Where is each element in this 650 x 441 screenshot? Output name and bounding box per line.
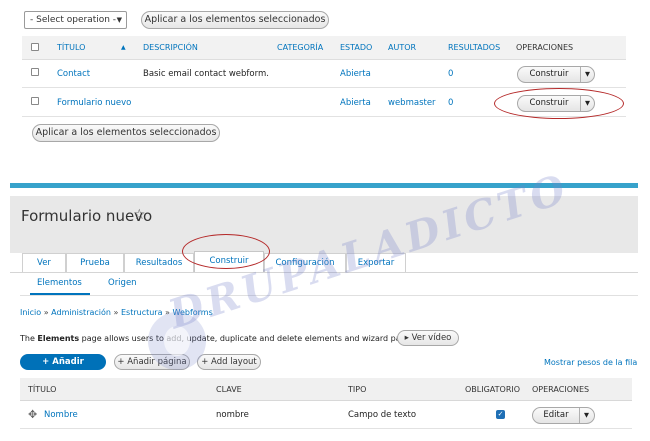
row-checkbox[interactable] — [31, 68, 39, 76]
drag-handle-icon[interactable]: ✥ — [28, 409, 37, 421]
element-key: nombre — [216, 410, 249, 420]
tab-exportar[interactable]: Exportar — [346, 253, 406, 273]
add-element-button[interactable]: + Añadir elemento — [20, 354, 106, 383]
webform-build-panel: Formulario nuevo ☆ Ver Prueba Resultados… — [10, 188, 638, 441]
breadcrumb-estructura[interactable]: Estructura — [121, 308, 163, 317]
column-header-type: TIPO — [348, 385, 367, 394]
webform-status-link[interactable]: Abierta — [340, 60, 371, 88]
breadcrumb: Inicio » Administración » Estructura » W… — [20, 308, 213, 317]
breadcrumb-administracion[interactable]: Administración — [51, 308, 111, 317]
webform-title-link[interactable]: Formulario nuevo — [57, 89, 131, 117]
bulk-operation-select[interactable]: - Select operation - ▼ — [24, 11, 127, 29]
chevron-down-icon[interactable]: ▼ — [585, 96, 590, 111]
add-layout-button[interactable]: + Add layout — [197, 354, 261, 370]
breadcrumb-inicio[interactable]: Inicio — [20, 308, 41, 317]
column-header-author[interactable]: AUTOR — [388, 36, 416, 60]
element-type: Campo de texto — [348, 410, 417, 420]
element-title-link[interactable]: Nombre — [44, 401, 78, 429]
page-header: Formulario nuevo ☆ Ver Prueba Resultados… — [10, 196, 638, 273]
tab-resultados[interactable]: Resultados — [124, 253, 194, 273]
tab-bar-line — [10, 272, 638, 273]
sort-up-icon[interactable]: ▲ — [121, 36, 126, 60]
webform-results-link[interactable]: 0 — [448, 89, 453, 117]
page-description: The Elements page allows users to add, u… — [20, 334, 418, 343]
column-header-results[interactable]: RESULTADOS — [448, 36, 500, 60]
tab-ver[interactable]: Ver — [22, 253, 66, 273]
webform-status-link[interactable]: Abierta — [340, 89, 371, 117]
add-page-button[interactable]: + Añadir página — [114, 354, 190, 370]
webform-results-link[interactable]: 0 — [448, 60, 453, 88]
column-header-description[interactable]: DESCRIPCIÓN — [143, 36, 198, 60]
editar-dropbutton: Editar ▼ — [532, 407, 595, 424]
column-header-title: TÍTULO — [28, 385, 57, 394]
subtab-origen[interactable]: Origen — [108, 278, 137, 288]
chevron-down-icon: ▼ — [116, 16, 122, 24]
show-row-weights-link[interactable]: Mostrar pesos de la fila — [544, 358, 637, 367]
column-header-operations: OPERACIONES — [532, 385, 590, 394]
column-header-key: CLAVE — [216, 385, 242, 394]
column-header-title[interactable]: TÍTULO — [57, 36, 85, 60]
tab-configuracion[interactable]: Configuración — [264, 253, 346, 273]
row-checkbox[interactable] — [31, 97, 39, 105]
editar-button[interactable]: Editar — [533, 408, 579, 423]
ver-video-button[interactable]: ▸ Ver vídeo — [397, 330, 459, 346]
webforms-table-header: TÍTULO ▲ DESCRIPCIÓN CATEGORÍA ESTADO AU… — [22, 36, 626, 60]
construir-dropbutton: Construir ▼ — [517, 66, 595, 83]
construir-dropbutton: Construir ▼ — [517, 95, 595, 112]
tab-construir[interactable]: Construir — [194, 251, 264, 273]
construir-button[interactable]: Construir — [518, 96, 580, 111]
column-header-required: OBLIGATORIO — [465, 385, 521, 394]
webform-author-link[interactable]: webmaster — [388, 89, 436, 117]
checkmark-icon[interactable]: ✓ — [496, 410, 505, 419]
tab-prueba[interactable]: Prueba — [66, 253, 124, 273]
chevron-down-icon[interactable]: ▼ — [584, 408, 589, 423]
chevron-down-icon[interactable]: ▼ — [585, 67, 590, 82]
construir-button[interactable]: Construir — [518, 67, 580, 82]
table-row: Formulario nuevo Abierta webmaster 0 Con… — [22, 89, 626, 117]
webform-title-link[interactable]: Contact — [57, 60, 90, 88]
subtab-elementos[interactable]: Elementos — [37, 278, 82, 288]
subtab-line — [20, 295, 638, 296]
column-header-status[interactable]: ESTADO — [340, 36, 372, 60]
table-row: ✥ Nombre nombre Campo de texto ✓ Editar … — [20, 401, 632, 429]
webform-description: Basic email contact webform. — [143, 69, 269, 79]
bulk-operation-select-value: - Select operation - — [30, 15, 117, 25]
webforms-list-panel: - Select operation - ▼ Aplicar a los ele… — [0, 0, 650, 183]
select-all-checkbox[interactable] — [31, 43, 39, 51]
star-outline-icon[interactable]: ☆ — [133, 207, 146, 223]
column-header-category[interactable]: CATEGORÍA — [277, 36, 323, 60]
elements-table-header: TÍTULO CLAVE TIPO OBLIGATORIO OPERACIONE… — [20, 378, 632, 401]
table-row: Contact Basic email contact webform. Abi… — [22, 60, 626, 88]
apply-selected-button-bottom[interactable]: Aplicar a los elementos seleccionados — [32, 124, 220, 142]
column-header-operations: OPERACIONES — [516, 43, 574, 52]
apply-selected-button-top[interactable]: Aplicar a los elementos seleccionados — [141, 11, 329, 29]
breadcrumb-webforms[interactable]: Webforms — [173, 308, 213, 317]
